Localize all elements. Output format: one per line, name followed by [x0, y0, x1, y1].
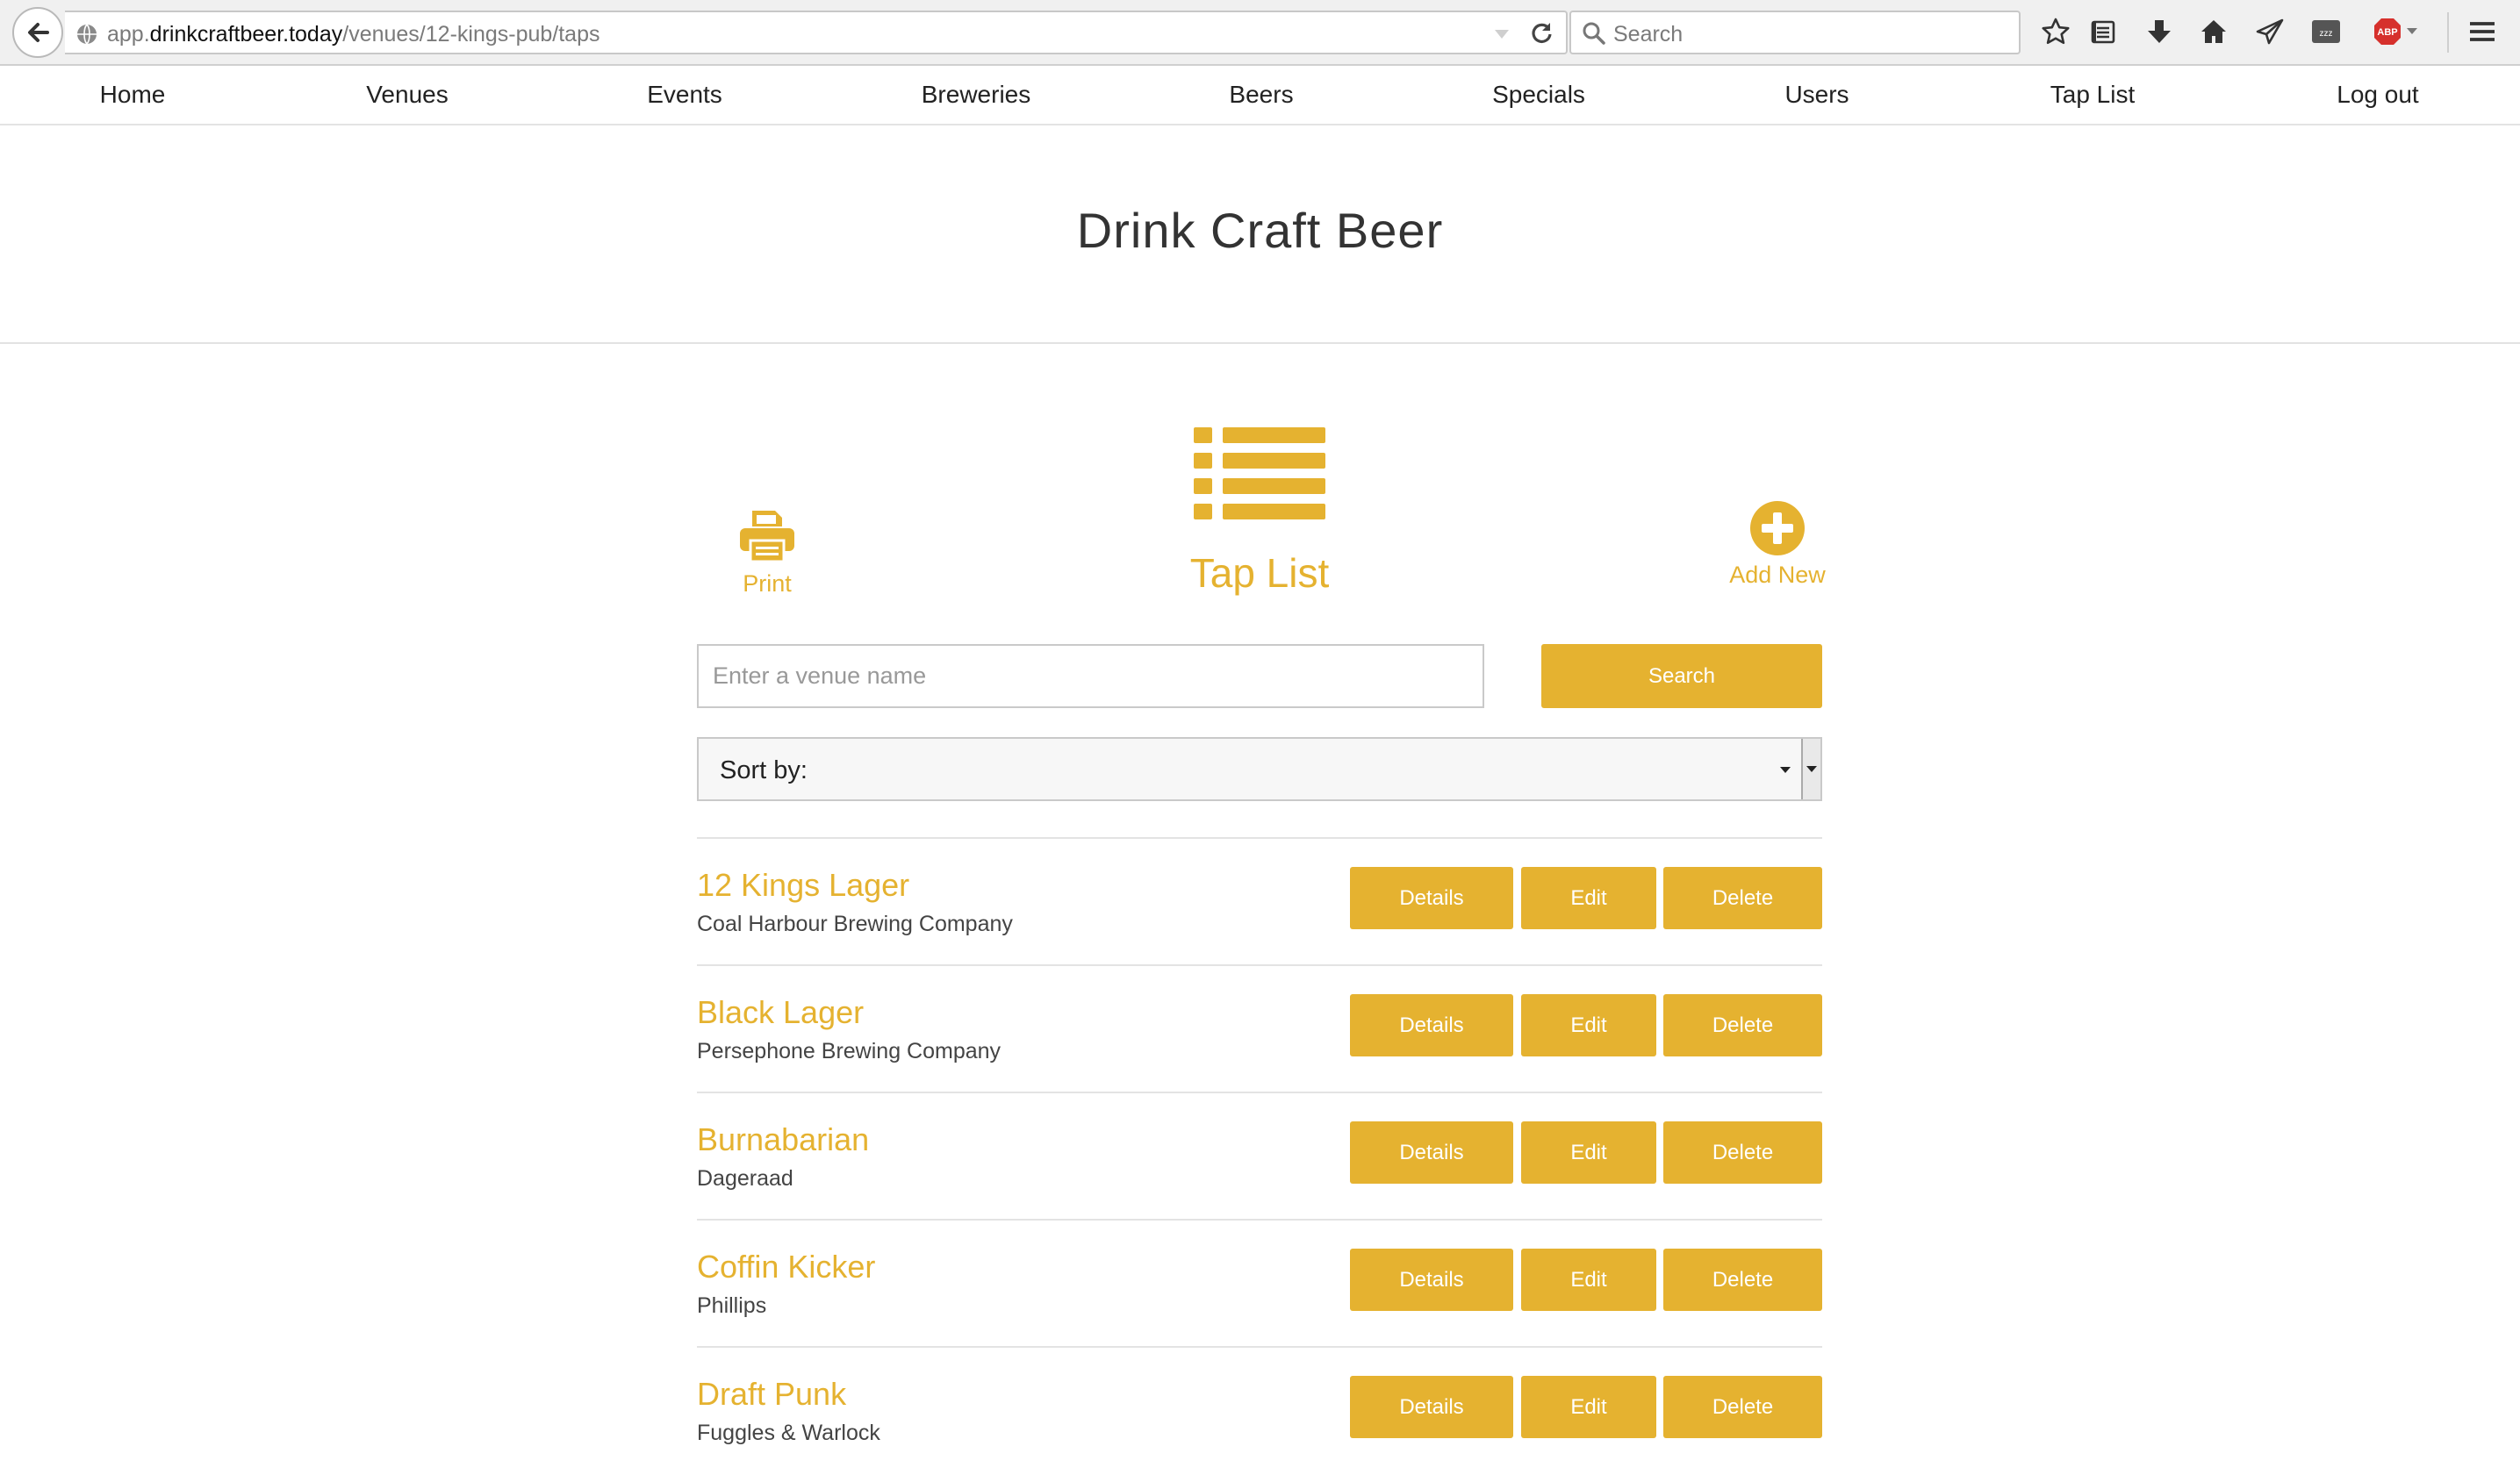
list-item: Burnabarian Dageraad Details Edit Delete: [697, 1093, 1822, 1221]
browser-search-placeholder: Search: [1613, 22, 1684, 47]
site-title: Drink Craft Beer: [1076, 203, 1444, 258]
history-dropdown-icon: [1495, 30, 1509, 39]
nav-events[interactable]: Events: [647, 81, 722, 109]
pocket-icon[interactable]: zzz: [2308, 14, 2344, 49]
delete-button[interactable]: Delete: [1663, 1121, 1822, 1184]
url-text[interactable]: app.drinkcraftbeer.today/venues/12-kings…: [107, 22, 600, 47]
list-item: Coffin Kicker Phillips Details Edit Dele…: [697, 1221, 1822, 1348]
back-button[interactable]: [12, 7, 63, 58]
search-icon: [1583, 22, 1605, 45]
adblock-icon[interactable]: ABP: [2370, 14, 2423, 49]
venue-search-input[interactable]: [697, 644, 1484, 708]
plus-circle-icon: [1750, 501, 1805, 555]
browser-toolbar: app.drinkcraftbeer.today/venues/12-kings…: [0, 0, 2520, 66]
edit-button[interactable]: Edit: [1521, 1121, 1656, 1184]
beer-name-link[interactable]: Coffin Kicker: [697, 1249, 875, 1285]
address-bar[interactable]: app.drinkcraftbeer.today/venues/12-kings…: [65, 11, 1568, 54]
url-path: /venues/12-kings-pub/taps: [342, 22, 600, 47]
nav-venues[interactable]: Venues: [366, 81, 448, 109]
search-button[interactable]: Search: [1541, 644, 1822, 708]
delete-button[interactable]: Delete: [1663, 994, 1822, 1056]
details-button[interactable]: Details: [1350, 867, 1513, 929]
url-host: drinkcraftbeer.today: [149, 22, 343, 47]
svg-text:zzz: zzz: [2320, 29, 2333, 39]
nav-users[interactable]: Users: [1784, 81, 1849, 109]
edit-button[interactable]: Edit: [1521, 994, 1656, 1056]
details-button[interactable]: Details: [1350, 1249, 1513, 1311]
beer-brewery: Persephone Brewing Company: [697, 1039, 1002, 1063]
sort-select[interactable]: Sort by:: [697, 737, 1822, 801]
globe-icon: [77, 24, 97, 45]
adblock-label: ABP: [2377, 27, 2397, 38]
details-button[interactable]: Details: [1350, 1121, 1513, 1184]
print-button[interactable]: Print: [736, 507, 799, 604]
header-divider: [0, 342, 2520, 344]
main-nav: Home Venues Events Breweries Beers Speci…: [0, 68, 2520, 125]
send-icon[interactable]: [2252, 14, 2287, 49]
details-button[interactable]: Details: [1350, 994, 1513, 1056]
nav-tap-list[interactable]: Tap List: [2050, 81, 2136, 109]
beer-brewery: Coal Harbour Brewing Company: [697, 912, 1013, 936]
edit-button[interactable]: Edit: [1521, 867, 1656, 929]
url-prefix: app.: [107, 22, 150, 47]
download-icon[interactable]: [2142, 14, 2177, 49]
nav-log-out[interactable]: Log out: [2337, 81, 2418, 109]
reading-list-icon[interactable]: [2086, 14, 2121, 49]
sort-label: Sort by:: [720, 756, 808, 784]
browser-search-box[interactable]: Search: [1569, 11, 2021, 54]
beer-name-link[interactable]: Burnabarian: [697, 1121, 869, 1158]
tap-list-header: Tap List: [1141, 419, 1378, 612]
back-arrow-icon: [28, 23, 49, 42]
list-icon: [1194, 427, 1325, 519]
delete-button[interactable]: Delete: [1663, 1376, 1822, 1438]
delete-button[interactable]: Delete: [1663, 867, 1822, 929]
delete-button[interactable]: Delete: [1663, 1249, 1822, 1311]
reload-icon: [1532, 23, 1552, 43]
list-item: Black Lager Persephone Brewing Company D…: [697, 966, 1822, 1093]
beer-name-link[interactable]: 12 Kings Lager: [697, 867, 909, 904]
beer-brewery: Dageraad: [697, 1166, 793, 1191]
nav-home[interactable]: Home: [100, 81, 166, 109]
printer-icon: [740, 511, 794, 563]
beer-name-link[interactable]: Black Lager: [697, 994, 864, 1031]
nav-specials[interactable]: Specials: [1492, 81, 1585, 109]
page-title: Tap List: [1189, 550, 1330, 596]
beer-name-link[interactable]: Draft Punk: [697, 1376, 846, 1413]
toolbar-divider: [2447, 12, 2449, 53]
list-item: Draft Punk Fuggles & Warlock Details Edi…: [697, 1348, 1822, 1475]
menu-icon[interactable]: [2465, 14, 2500, 49]
beer-brewery: Phillips: [697, 1293, 767, 1318]
beer-brewery: Fuggles & Warlock: [697, 1421, 880, 1445]
edit-button[interactable]: Edit: [1521, 1376, 1656, 1438]
nav-beers[interactable]: Beers: [1229, 81, 1293, 109]
list-item: 12 Kings Lager Coal Harbour Brewing Comp…: [697, 839, 1822, 966]
add-new-button[interactable]: Add New: [1720, 500, 1834, 597]
edit-button[interactable]: Edit: [1521, 1249, 1656, 1311]
print-label: Print: [743, 570, 792, 597]
home-icon[interactable]: [2196, 14, 2231, 49]
nav-breweries[interactable]: Breweries: [922, 81, 1030, 109]
chevron-down-icon: [1780, 767, 1791, 773]
star-icon[interactable]: [2038, 14, 2073, 49]
add-new-label: Add New: [1729, 562, 1826, 588]
details-button[interactable]: Details: [1350, 1376, 1513, 1438]
sort-dropdown-button[interactable]: [1801, 739, 1820, 799]
